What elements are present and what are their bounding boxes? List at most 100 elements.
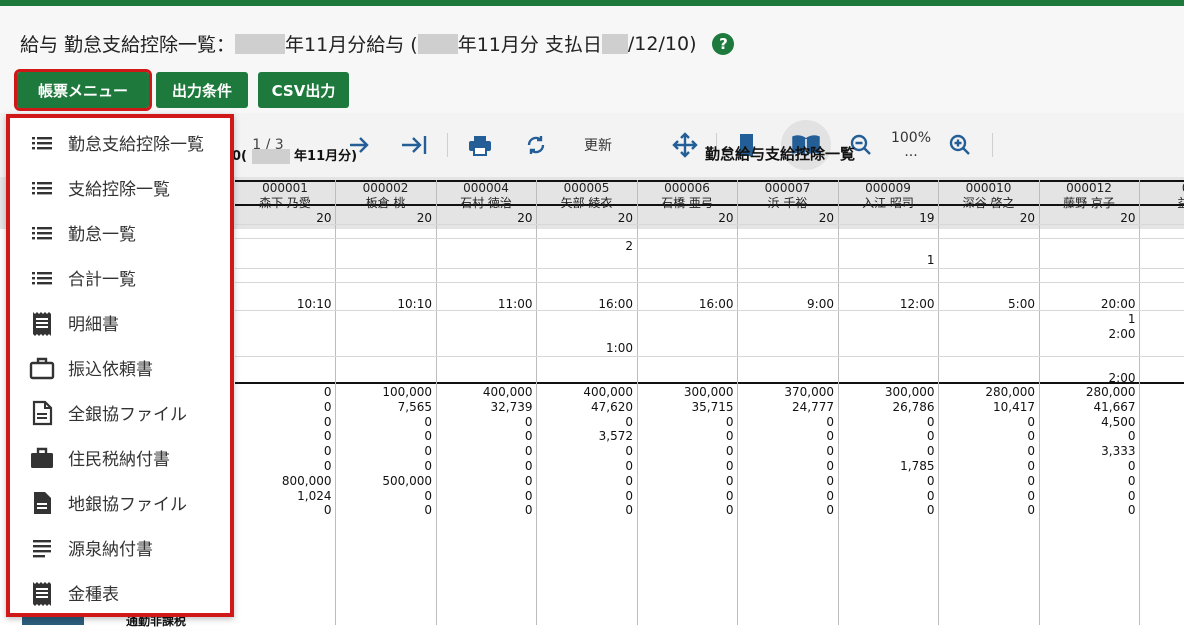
menu-item[interactable]: 全銀協ファイル	[10, 390, 230, 435]
payment-cell: 0	[1039, 429, 1136, 443]
payment-cell: 41,667	[1039, 400, 1136, 414]
attendance-cell: 12:00	[838, 297, 935, 311]
payment-cell: 0	[235, 444, 332, 458]
payment-cell: 24,777	[738, 400, 835, 414]
menu-item[interactable]: 勤怠一覧	[10, 210, 230, 255]
grid-rule	[235, 268, 1184, 269]
report-grid: 000001森下 乃愛000002板倉 桃000004石村 徳治000005矢部…	[235, 180, 1184, 625]
menu-item[interactable]: 支給控除一覧	[10, 165, 230, 210]
employee-code: 000004	[436, 181, 536, 195]
last-page-button[interactable]	[398, 127, 430, 163]
move-button[interactable]	[668, 127, 702, 163]
payment-cell: 0	[1039, 489, 1136, 503]
grid-rule	[235, 224, 1184, 225]
payment-cell: 0	[838, 489, 935, 503]
attendance-cell: 16:00	[537, 297, 634, 311]
grid-rule	[235, 238, 1184, 239]
menu-item-label: 合計一覧	[68, 265, 136, 290]
payment-cell: 0	[637, 459, 734, 473]
menu-item-label: 勤怠支給控除一覧	[68, 130, 204, 155]
payment-cell: 0	[939, 459, 1036, 473]
zoom-in-button[interactable]	[945, 127, 975, 163]
refresh-label[interactable]: 更新	[575, 127, 621, 163]
payment-cell: 0	[738, 444, 835, 458]
attendance-cell: 20	[738, 211, 835, 225]
menu-item[interactable]: 源泉納付書	[10, 525, 230, 570]
payment-cell: 0	[235, 429, 332, 443]
menu-item-label: 全銀協ファイル	[68, 400, 187, 425]
payment-cell: 0	[336, 489, 433, 503]
payment-cell: 1,785	[838, 459, 935, 473]
attendance-cell: 19	[838, 211, 935, 225]
payment-cell: 0	[436, 474, 533, 488]
menu-item[interactable]: 金種表	[10, 570, 230, 615]
payment-cell: 0	[235, 459, 332, 473]
toolbar-separator	[447, 133, 448, 157]
payment-cell: 0	[336, 429, 433, 443]
grid-rule	[235, 310, 1184, 311]
payment-cell: 0	[838, 474, 935, 488]
payment-cell: 400,000	[537, 385, 634, 399]
menu-item-label: 地銀協ファイル	[68, 490, 187, 515]
payment-cell: 0	[537, 474, 634, 488]
payment-cell: 0	[537, 459, 634, 473]
output-conditions-button[interactable]: 出力条件	[156, 72, 248, 108]
payment-cell: 0	[838, 415, 935, 429]
payment-cell: 370,000	[738, 385, 835, 399]
menu-item-label: 支給控除一覧	[68, 175, 170, 200]
employee-code: 000012	[1039, 181, 1139, 195]
refresh-icon	[524, 133, 548, 157]
briefcase-outline-icon	[28, 354, 56, 382]
zoom-level[interactable]: 100% ...	[888, 127, 934, 163]
payment-cell: 0	[235, 385, 332, 399]
employee-code: 000010	[939, 181, 1039, 195]
employee-name: 入江 昭司	[838, 194, 938, 211]
employee-code: 000002	[336, 181, 436, 195]
payment-cell: 47,620	[537, 400, 634, 414]
grid-rule	[235, 282, 1184, 283]
payment-cell: 0	[637, 415, 734, 429]
payment-cell: 500,000	[336, 474, 433, 488]
payment-cell: 0	[939, 429, 1036, 443]
employee-name: 石村 徳治	[436, 194, 536, 211]
page-header: 給与 勤怠支給控除一覧： 年11月分給与 ( 年11月分 支払日 /12/10)…	[0, 6, 1184, 113]
move-arrows-icon	[672, 132, 698, 158]
zoom-in-icon	[948, 133, 972, 157]
text-lines-icon	[28, 534, 56, 562]
menu-item[interactable]: 明細書	[10, 300, 230, 345]
csv-export-button[interactable]: CSV出力	[258, 72, 349, 108]
report-menu-button[interactable]: 帳票メニュー	[17, 72, 149, 108]
payment-cell: 0	[1039, 503, 1136, 517]
receipt-icon	[28, 579, 56, 607]
menu-item-label: 振込依頼書	[68, 355, 153, 380]
list-icon	[28, 174, 56, 202]
menu-item[interactable]: 住民税納付書	[10, 435, 230, 480]
employee-name: 藤野 京子	[1039, 194, 1139, 211]
attendance-cell: 2:00	[1039, 327, 1136, 341]
payment-cell: 0	[637, 489, 734, 503]
printer-icon	[467, 133, 493, 157]
attendance-cell: 11:00	[436, 297, 533, 311]
menu-item[interactable]: 振込依頼書	[10, 345, 230, 390]
page-title: 給与 勤怠支給控除一覧： 年11月分給与 ( 年11月分 支払日 /12/10)…	[20, 30, 734, 57]
arrow-last-icon	[400, 133, 428, 157]
payment-cell: 100,000	[336, 385, 433, 399]
employee-code: 000009	[838, 181, 938, 195]
employee-code: 000006	[637, 181, 737, 195]
menu-item[interactable]: 勤怠支給控除一覧	[10, 120, 230, 165]
redacted-year	[252, 149, 290, 164]
help-icon[interactable]: ?	[712, 33, 734, 55]
print-button[interactable]	[464, 127, 496, 163]
employee-name: 矢部 綾衣	[537, 194, 637, 211]
payment-cell: 0	[838, 429, 935, 443]
menu-item[interactable]: 合計一覧	[10, 255, 230, 300]
attendance-cell: 20	[637, 211, 734, 225]
list-icon	[28, 264, 56, 292]
payment-cell: 0	[336, 415, 433, 429]
payment-cell: 3,333	[1039, 444, 1136, 458]
payment-cell: 0	[738, 503, 835, 517]
menu-item[interactable]: 地銀協ファイル	[10, 480, 230, 525]
reload-button[interactable]	[520, 127, 552, 163]
payment-cell: 35,715	[637, 400, 734, 414]
employee-name: 森下 乃愛	[235, 194, 335, 211]
